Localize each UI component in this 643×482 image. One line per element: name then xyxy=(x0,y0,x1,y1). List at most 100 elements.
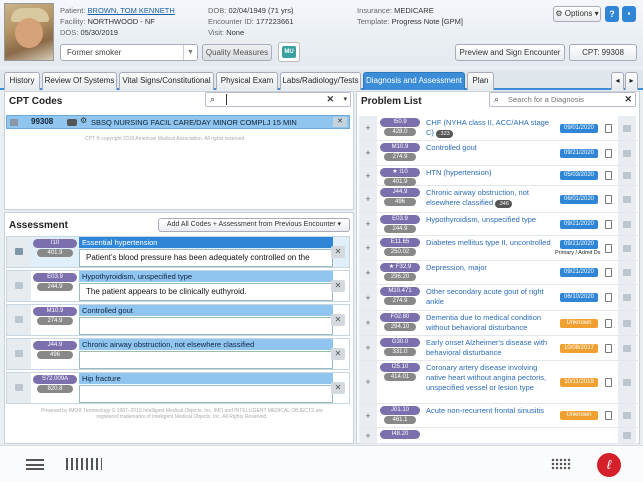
help-icon[interactable]: ? xyxy=(605,6,619,22)
add-to-assessment-icon[interactable]: + xyxy=(359,311,377,335)
row-handle[interactable] xyxy=(618,336,636,360)
options-dropdown[interactable]: ⚙ Options ▾ xyxy=(553,6,601,22)
onset-date-badge[interactable]: 10/11/2019 xyxy=(560,378,598,387)
document-icon[interactable] xyxy=(605,149,612,158)
problem-label[interactable]: Diabetes mellitus type II, uncontrolled xyxy=(426,238,551,248)
problem-label[interactable]: Chronic airway obstruction, not elsewher… xyxy=(426,188,551,208)
row-handle[interactable] xyxy=(618,285,636,310)
add-to-assessment-icon[interactable]: + xyxy=(359,213,377,235)
row-handle[interactable] xyxy=(618,213,636,235)
remove-icon[interactable]: ✕ xyxy=(331,382,345,394)
tab-history[interactable]: History xyxy=(4,72,40,90)
add-to-assessment-icon[interactable]: + xyxy=(359,166,377,185)
remove-icon[interactable]: ✕ xyxy=(333,117,347,127)
document-icon[interactable] xyxy=(605,319,612,328)
row-handle[interactable] xyxy=(7,373,31,403)
row-checkbox[interactable] xyxy=(10,119,18,126)
document-icon[interactable] xyxy=(605,411,612,420)
row-handle[interactable] xyxy=(618,166,636,185)
add-to-assessment-icon[interactable]: + xyxy=(359,116,377,140)
patient-name-link[interactable]: BROWN, TOM KENNETH xyxy=(88,6,175,15)
add-to-assessment-icon[interactable]: + xyxy=(359,261,377,284)
row-handle[interactable] xyxy=(618,116,636,140)
problem-row[interactable]: + J01.10 461.1 Acute non-recurrent frontal … xyxy=(359,404,638,428)
document-icon[interactable] xyxy=(605,268,612,277)
add-previous-codes-button[interactable]: Add All Codes + Assessment from Previous… xyxy=(158,218,350,232)
assessment-note-field[interactable]: The patient appears to be clinically eut… xyxy=(79,283,333,301)
clear-icon[interactable]: ✕ xyxy=(624,94,632,105)
document-icon[interactable] xyxy=(605,244,612,253)
document-icon[interactable] xyxy=(605,220,612,229)
assessment-row[interactable]: J44.9 496 Chronic airway obstruction, not… xyxy=(6,338,350,370)
document-icon[interactable] xyxy=(605,378,612,387)
remove-icon[interactable]: ✕ xyxy=(331,280,345,292)
problem-row[interactable]: + F02.80 294.10 Dementia due to medical con… xyxy=(359,311,638,336)
problem-label[interactable]: Hypothyroidism, unspecified type xyxy=(426,215,551,225)
onset-date-badge[interactable]: 05/03/2020 xyxy=(560,171,598,180)
assessment-row[interactable]: I10 401.9 Essential hypertension Patient’… xyxy=(6,236,350,268)
problem-label[interactable]: HTN (hypertension) xyxy=(426,168,551,178)
assessment-note-field[interactable]: Patient’s blood pressure has been adequa… xyxy=(79,249,333,267)
problem-label[interactable]: Acute non-recurrent frontal sinusitis xyxy=(426,406,551,416)
assessment-row[interactable]: S72.009A 820.8 Hip fracture ✕ xyxy=(6,372,350,404)
tab-vital-signs[interactable]: Vital Signs/Constitutional xyxy=(119,72,214,90)
onset-date-badge[interactable]: 10/08/2017 xyxy=(560,344,598,353)
remove-icon[interactable]: ✕ xyxy=(331,348,345,360)
document-icon[interactable] xyxy=(605,344,612,353)
onset-date-badge[interactable]: 09/21/2020 xyxy=(560,149,598,158)
row-handle[interactable] xyxy=(618,141,636,165)
problem-row[interactable]: + I50.9 428.0 CHF (NYHA class II, ACC/AHA s… xyxy=(359,116,638,141)
row-handle[interactable] xyxy=(618,361,636,403)
info-icon[interactable]: ▪ xyxy=(622,6,636,22)
assessment-note-field[interactable] xyxy=(79,385,333,403)
assessment-row[interactable]: M10.9 274.9 Controlled gout ✕ xyxy=(6,304,350,336)
tab-plan[interactable]: Plan xyxy=(467,72,494,90)
onset-date-badge[interactable]: 06/01/2020 xyxy=(560,195,598,204)
row-handle[interactable] xyxy=(7,305,31,335)
add-to-assessment-icon[interactable]: + xyxy=(359,186,377,212)
cpt-code-button[interactable]: CPT: 99308 xyxy=(569,44,637,61)
add-to-assessment-icon[interactable]: + xyxy=(359,336,377,360)
document-icon[interactable] xyxy=(605,293,612,302)
tab-labs[interactable]: Labs/Radiology/Tests xyxy=(280,72,361,90)
preview-sign-button[interactable]: Preview and Sign Encounter xyxy=(455,44,565,61)
gear-icon[interactable]: ⚙ xyxy=(80,116,87,125)
row-handle[interactable] xyxy=(7,271,31,301)
row-handle[interactable] xyxy=(618,311,636,335)
add-to-assessment-icon[interactable]: + xyxy=(359,285,377,310)
add-to-assessment-icon[interactable]: + xyxy=(359,428,377,443)
problem-row[interactable]: + ★ F32.9 296.20 Depression, major 09/21/202… xyxy=(359,261,638,285)
tab-review-of-systems[interactable]: Review Of Systems xyxy=(42,72,117,90)
problem-label[interactable]: CHF (NYHA class II, ACC/AHA stage C) .32… xyxy=(426,118,551,138)
problem-label[interactable]: Coronary artery disease involving native… xyxy=(426,363,551,393)
problem-label[interactable]: Other secondary acute gout of right ankl… xyxy=(426,287,551,307)
onset-date-badge[interactable]: 09/21/2020 xyxy=(560,240,598,249)
problem-row[interactable]: + I25.10 414.01 Coronary artery disease inv… xyxy=(359,361,638,404)
onset-date-badge[interactable]: 09/21/2020 xyxy=(560,220,598,229)
problem-label[interactable]: Early onset Alzheimer's disease with beh… xyxy=(426,338,551,358)
smoking-status-select[interactable]: Former smoker ▼ xyxy=(60,44,198,61)
menu-icon[interactable] xyxy=(26,459,44,470)
onset-date-badge[interactable]: 09/01/2020 xyxy=(560,124,598,133)
problem-row[interactable]: + J44.9 496 Chronic airway obstruction, not… xyxy=(359,186,638,213)
add-to-assessment-icon[interactable]: + xyxy=(359,236,377,260)
problem-label[interactable]: Dementia due to medical condition withou… xyxy=(426,313,551,333)
problem-row[interactable]: + E11.65 250.02 Diabetes mellitus type II, … xyxy=(359,236,638,261)
cpt-code-row[interactable]: 99308 ⚙ SBSQ NURSING FACIL CARE/DAY MINO… xyxy=(6,115,350,129)
drag-handle-icon[interactable] xyxy=(66,458,102,470)
onset-date-badge[interactable]: Unknown xyxy=(560,319,598,328)
problem-row[interactable]: + G30.0 331.0 Early onset Alzheimer's disea… xyxy=(359,336,638,361)
cpt-search[interactable]: ⌕ ✕ ▾ xyxy=(205,92,351,107)
problem-row[interactable]: + M10.471 274.9 Other secondary acute gout … xyxy=(359,285,638,311)
document-icon[interactable] xyxy=(605,124,612,133)
keyboard-icon[interactable] xyxy=(551,458,571,470)
tab-scroll-left-icon[interactable]: ◂ xyxy=(611,72,624,90)
row-handle[interactable] xyxy=(618,261,636,284)
row-handle[interactable] xyxy=(618,428,636,443)
tab-diagnosis-assessment[interactable]: Diagnosis and Assessment xyxy=(363,72,465,90)
assessment-row[interactable]: E03.9 244.9 Hypothyroidism, unspecified t… xyxy=(6,270,350,302)
onset-date-badge[interactable]: 09/21/2020 xyxy=(560,268,598,277)
remove-icon[interactable]: ✕ xyxy=(331,314,345,326)
diagnosis-search[interactable]: ⌕ ✕ xyxy=(489,92,636,107)
chevron-down-icon[interactable]: ▾ xyxy=(343,95,347,103)
